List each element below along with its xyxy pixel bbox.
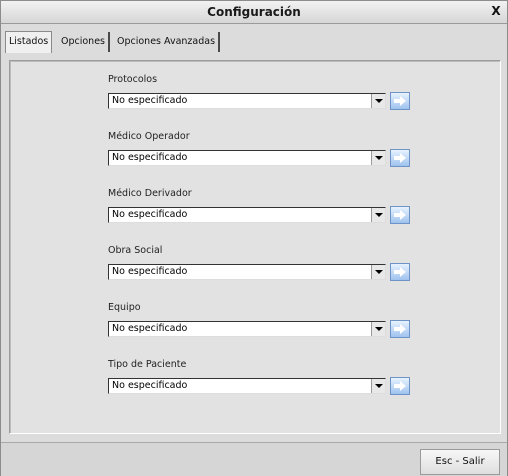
select-value: No especificado bbox=[112, 380, 188, 391]
tipo-de-paciente-go-button[interactable] bbox=[390, 377, 410, 395]
config-window: Configuración X Listados Opciones Opcion… bbox=[0, 0, 508, 476]
field-label-protocolos: Protocolos bbox=[108, 74, 158, 85]
chevron-down-icon[interactable] bbox=[371, 379, 385, 393]
select-value: No especificado bbox=[112, 323, 188, 334]
field-label-obra-social: Obra Social bbox=[108, 245, 163, 256]
field-label-medico-operador: Médico Operador bbox=[108, 131, 190, 142]
medico-operador-select[interactable]: No especificado bbox=[108, 150, 386, 166]
chevron-down-icon[interactable] bbox=[371, 94, 385, 108]
arrow-right-icon bbox=[394, 210, 406, 220]
field-label-medico-derivador: Médico Derivador bbox=[108, 188, 192, 199]
field-label-tipo-de-paciente: Tipo de Paciente bbox=[108, 359, 187, 370]
tipo-de-paciente-select[interactable]: No especificado bbox=[108, 378, 386, 394]
select-value: No especificado bbox=[112, 152, 188, 163]
arrow-right-icon bbox=[394, 381, 406, 391]
window-title: Configuración bbox=[207, 5, 301, 19]
chevron-down-icon[interactable] bbox=[371, 322, 385, 336]
medico-operador-go-button[interactable] bbox=[390, 149, 410, 167]
arrow-right-icon bbox=[394, 324, 406, 334]
select-value: No especificado bbox=[112, 95, 188, 106]
medico-derivador-go-button[interactable] bbox=[390, 206, 410, 224]
footer-bar: Esc - Salir bbox=[1, 442, 507, 476]
exit-button[interactable]: Esc - Salir bbox=[420, 449, 500, 475]
chevron-down-icon[interactable] bbox=[371, 208, 385, 222]
protocolos-select[interactable]: No especificado bbox=[108, 93, 386, 109]
medico-derivador-select[interactable]: No especificado bbox=[108, 207, 386, 223]
equipo-go-button[interactable] bbox=[390, 320, 410, 338]
title-bar: Configuración X bbox=[1, 1, 507, 24]
equipo-select[interactable]: No especificado bbox=[108, 321, 386, 337]
field-label-equipo: Equipo bbox=[108, 302, 141, 313]
tab-opciones[interactable]: Opciones bbox=[58, 32, 110, 52]
close-button[interactable]: X bbox=[488, 3, 504, 19]
tab-listados[interactable]: Listados bbox=[5, 31, 53, 53]
tab-opciones-avanzadas[interactable]: Opciones Avanzadas bbox=[114, 32, 221, 52]
select-value: No especificado bbox=[112, 209, 188, 220]
arrow-right-icon bbox=[394, 153, 406, 163]
arrow-right-icon bbox=[394, 96, 406, 106]
select-value: No especificado bbox=[112, 266, 188, 277]
obra-social-go-button[interactable] bbox=[390, 263, 410, 281]
chevron-down-icon[interactable] bbox=[371, 151, 385, 165]
arrow-right-icon bbox=[394, 267, 406, 277]
obra-social-select[interactable]: No especificado bbox=[108, 264, 386, 280]
protocolos-go-button[interactable] bbox=[390, 92, 410, 110]
chevron-down-icon[interactable] bbox=[371, 265, 385, 279]
